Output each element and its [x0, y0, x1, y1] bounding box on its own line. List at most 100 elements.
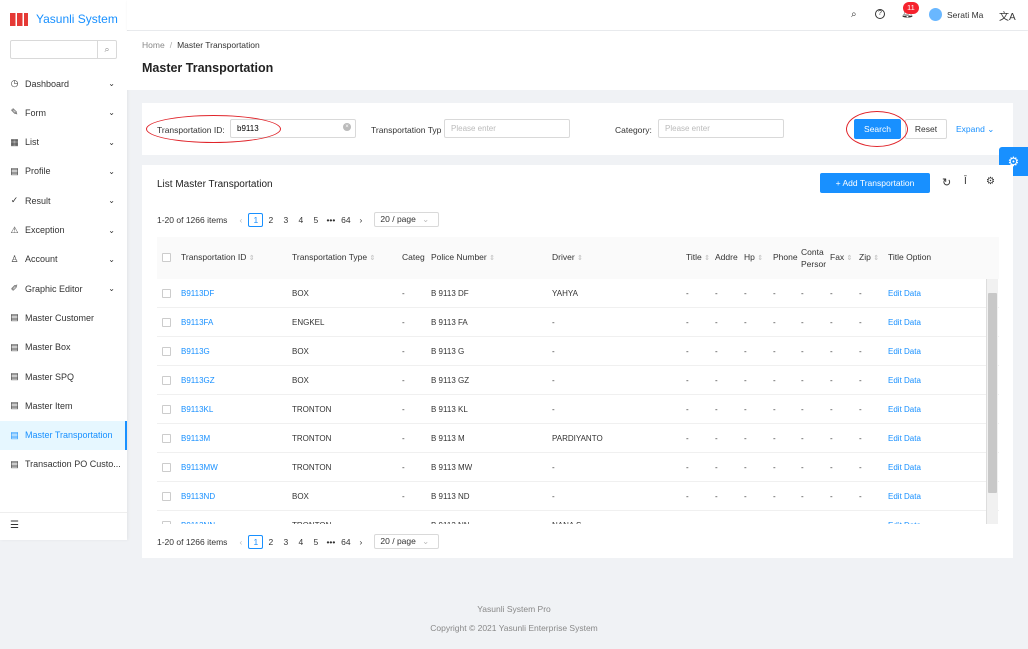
search-icon[interactable]: ⌕: [97, 41, 116, 58]
logo[interactable]: Yasunli System: [10, 12, 118, 26]
help-icon[interactable]: ?: [875, 9, 885, 19]
edit-data-link[interactable]: Edit Data: [888, 492, 921, 501]
sort-icon[interactable]: ⇕: [873, 255, 879, 262]
sidebar-item-graphic-editor[interactable]: ✐ Graphic Editor ⌄: [0, 274, 127, 303]
next-page-icon[interactable]: ›: [353, 537, 368, 547]
column-header[interactable]: Addre: [715, 252, 738, 262]
row-checkbox[interactable]: [162, 347, 171, 356]
sort-icon[interactable]: ⇕: [249, 255, 255, 262]
column-header[interactable]: Title Option: [888, 252, 931, 262]
sidebar-item-master-spq[interactable]: ▤ Master SPQ: [0, 362, 127, 391]
column-header[interactable]: Conta Persor: [801, 246, 829, 270]
user-name[interactable]: Serati Ma: [947, 10, 983, 20]
page-item[interactable]: 1: [248, 212, 264, 227]
column-header[interactable]: Transportation Type ⇕: [292, 252, 375, 262]
row-checkbox[interactable]: [162, 405, 171, 414]
row-checkbox[interactable]: [162, 289, 171, 298]
translate-icon[interactable]: 文A: [999, 8, 1016, 23]
transportation-id-link[interactable]: B9113FA: [181, 318, 213, 327]
sidebar-item-master-transportation[interactable]: ▤ Master Transportation: [0, 420, 127, 450]
reset-button[interactable]: Reset: [905, 119, 947, 139]
expand-button[interactable]: Expand ⌄: [956, 124, 994, 135]
transportation-id-link[interactable]: B9113NN: [181, 521, 215, 524]
page-item[interactable]: 64: [338, 537, 353, 547]
page-item[interactable]: 2: [263, 215, 278, 225]
sort-icon[interactable]: ⇕: [847, 255, 853, 262]
next-page-icon[interactable]: ›: [353, 215, 368, 225]
column-header[interactable]: Zip ⇕: [859, 252, 879, 262]
prev-page-icon[interactable]: ‹: [233, 537, 248, 547]
sidebar-item-master-box[interactable]: ▤ Master Box: [0, 333, 127, 362]
page-item[interactable]: 5: [308, 537, 323, 547]
edit-data-link[interactable]: Edit Data: [888, 405, 921, 414]
column-header[interactable]: Transportation ID ⇕: [181, 252, 255, 262]
clear-icon[interactable]: ×: [343, 123, 351, 131]
reload-icon[interactable]: ↻: [942, 176, 951, 189]
scrollbar-thumb[interactable]: [988, 293, 997, 493]
sidebar-item-transaction-po-custo[interactable]: ▤ Transaction PO Custo...: [0, 450, 127, 479]
collapse-menu-icon[interactable]: ☰: [0, 512, 127, 540]
column-header[interactable]: Driver ⇕: [552, 252, 583, 262]
page-item[interactable]: 3: [278, 215, 293, 225]
sidebar-item-list[interactable]: ▦ List ⌄: [0, 128, 127, 157]
page-item[interactable]: •••: [323, 215, 338, 225]
transportation-id-link[interactable]: B9113M: [181, 434, 210, 443]
sort-icon[interactable]: ⇕: [370, 255, 376, 262]
column-header[interactable]: Fax ⇕: [830, 252, 852, 262]
transportation-id-link[interactable]: B9113ND: [181, 492, 215, 501]
search-icon[interactable]: ⌕: [851, 9, 857, 20]
transportation-id-link[interactable]: B9113G: [181, 347, 210, 356]
page-size-select[interactable]: 20 / page ⌄: [374, 212, 440, 227]
transportation-id-link[interactable]: B9113MW: [181, 463, 218, 472]
sidebar-item-account[interactable]: ♙ Account ⌄: [0, 245, 127, 274]
row-checkbox[interactable]: [162, 521, 171, 524]
add-transportation-button[interactable]: + Add Transportation: [820, 173, 930, 193]
edit-data-link[interactable]: Edit Data: [888, 521, 921, 524]
sort-icon[interactable]: ⇕: [757, 255, 763, 262]
breadcrumb-home[interactable]: Home: [142, 40, 165, 50]
row-checkbox[interactable]: [162, 492, 171, 501]
page-item[interactable]: 4: [293, 537, 308, 547]
transportation-id-link[interactable]: B9113GZ: [181, 376, 215, 385]
sidebar-item-master-item[interactable]: ▤ Master Item: [0, 391, 127, 420]
sort-icon[interactable]: ⇕: [577, 255, 583, 262]
page-size-select[interactable]: 20 / page ⌄: [374, 534, 440, 549]
avatar[interactable]: [929, 8, 942, 21]
row-checkbox[interactable]: [162, 318, 171, 327]
settings-icon[interactable]: ⚙: [986, 176, 995, 187]
page-item[interactable]: 2: [263, 537, 278, 547]
transportation-type-input[interactable]: [444, 119, 570, 138]
column-header[interactable]: Categ: [402, 252, 425, 262]
page-item[interactable]: 3: [278, 537, 293, 547]
transportation-id-link[interactable]: B9113DF: [181, 289, 214, 298]
edit-data-link[interactable]: Edit Data: [888, 376, 921, 385]
page-item[interactable]: 1: [248, 534, 264, 549]
page-item[interactable]: •••: [323, 537, 338, 547]
table-scrollbar[interactable]: [986, 279, 998, 524]
category-input[interactable]: [658, 119, 784, 138]
sidebar-item-form[interactable]: ✎ Form ⌄: [0, 98, 127, 127]
row-checkbox[interactable]: [162, 376, 171, 385]
select-all-checkbox[interactable]: [162, 253, 171, 262]
edit-data-link[interactable]: Edit Data: [888, 463, 921, 472]
column-height-icon[interactable]: Ī: [964, 176, 967, 187]
edit-data-link[interactable]: Edit Data: [888, 347, 921, 356]
column-header[interactable]: Title ⇕: [686, 252, 710, 262]
edit-data-link[interactable]: Edit Data: [888, 318, 921, 327]
sidebar-item-dashboard[interactable]: ◷ Dashboard ⌄: [0, 69, 127, 98]
sort-icon[interactable]: ⇕: [489, 255, 495, 262]
transportation-id-link[interactable]: B9113KL: [181, 405, 213, 414]
column-header[interactable]: Police Number ⇕: [431, 252, 495, 262]
sidebar-item-profile[interactable]: ▤ Profile ⌄: [0, 157, 127, 186]
column-header[interactable]: Hp ⇕: [744, 252, 763, 262]
row-checkbox[interactable]: [162, 463, 171, 472]
prev-page-icon[interactable]: ‹: [233, 215, 248, 225]
sidebar-item-master-customer[interactable]: ▤ Master Customer: [0, 303, 127, 332]
page-item[interactable]: 4: [293, 215, 308, 225]
edit-data-link[interactable]: Edit Data: [888, 289, 921, 298]
page-item[interactable]: 64: [338, 215, 353, 225]
sidebar-search-input[interactable]: ⌕: [10, 40, 117, 59]
column-header[interactable]: Phone: [773, 252, 798, 262]
page-item[interactable]: 5: [308, 215, 323, 225]
sidebar-item-result[interactable]: ✓ Result ⌄: [0, 186, 127, 215]
